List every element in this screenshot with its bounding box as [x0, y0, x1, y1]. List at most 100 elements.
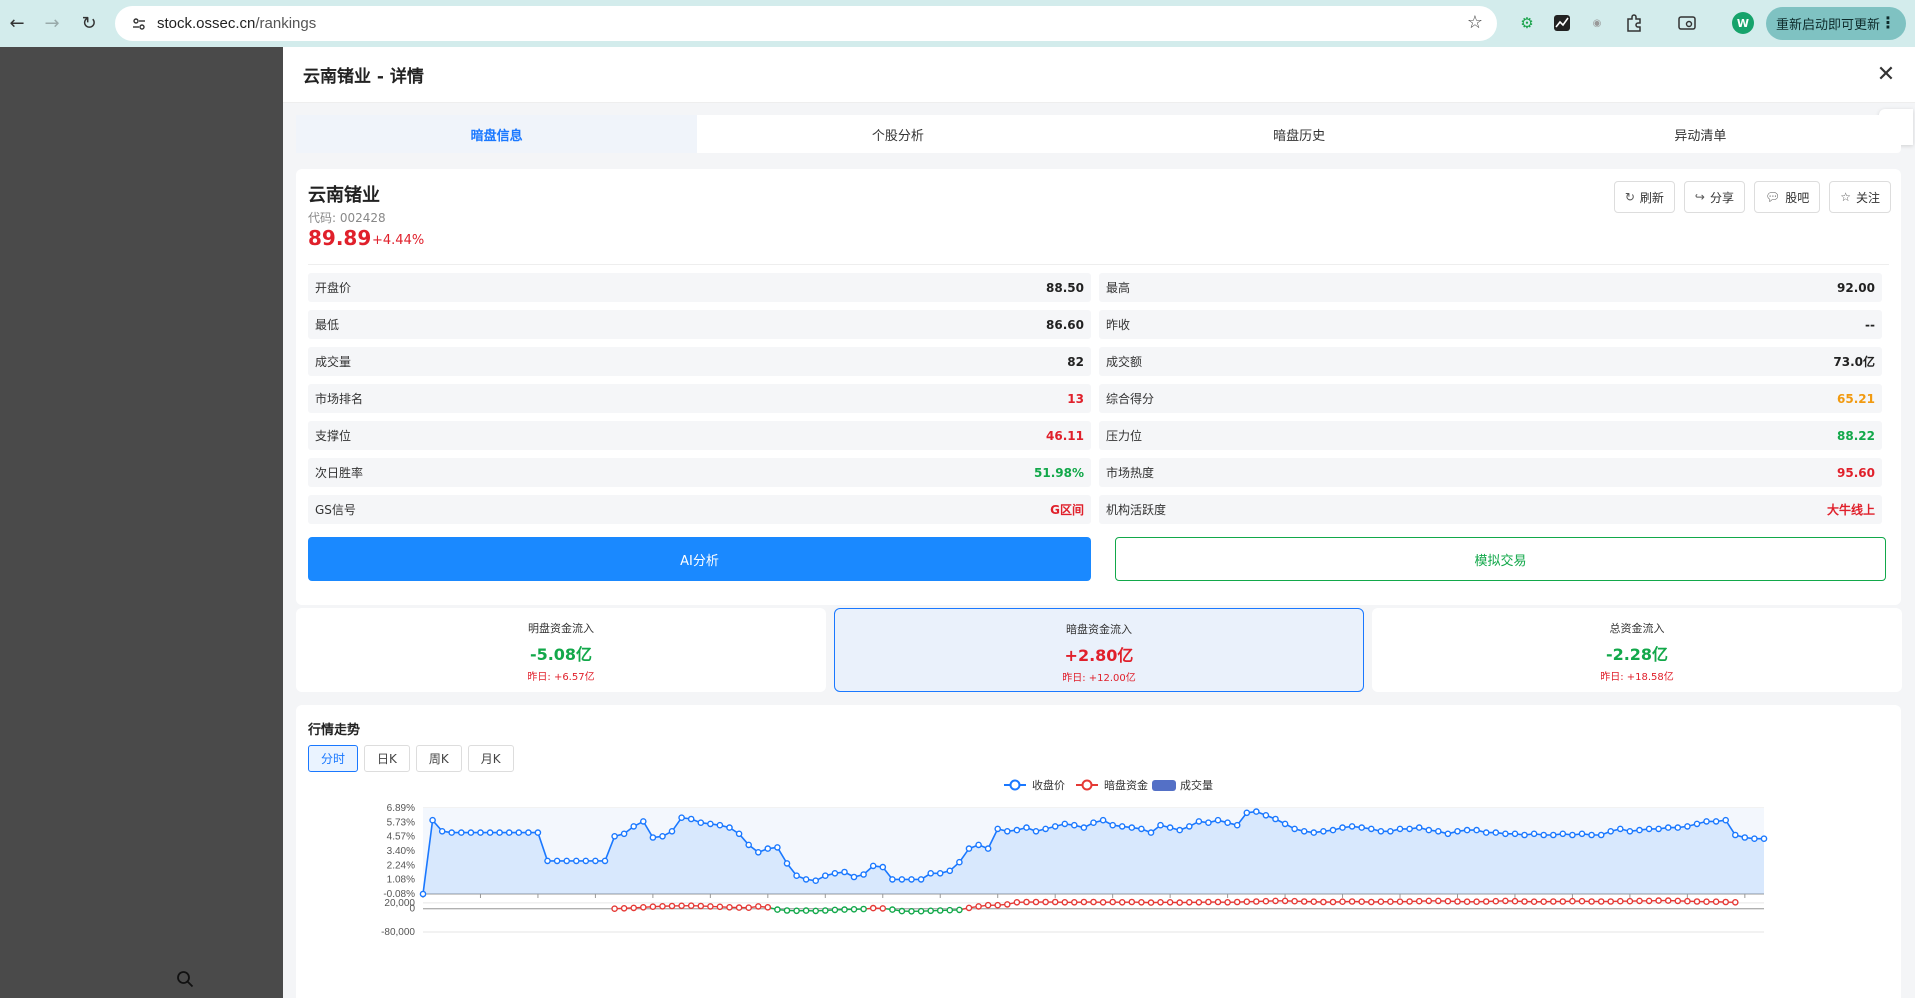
forward-icon[interactable]: →: [35, 6, 69, 40]
price-point: [1435, 828, 1442, 835]
refresh-button[interactable]: ↻ 刷新: [1613, 181, 1675, 213]
more-menu-icon[interactable]: ⋮: [1880, 13, 1896, 32]
fund-point: [1645, 897, 1653, 905]
fund-point: [649, 903, 657, 910]
price-point: [812, 877, 820, 884]
fund-point: [774, 906, 781, 913]
tab-anomaly-list[interactable]: 异动清单: [1500, 115, 1901, 153]
profile-avatar[interactable]: W: [1732, 12, 1754, 34]
price-point: [1415, 824, 1423, 831]
metric-label: 机构活跃度: [1106, 503, 1167, 517]
flow-value: -2.28亿: [1605, 645, 1669, 664]
fund-point: [1636, 897, 1643, 905]
metrics-grid: 开盘价 88.50 最高 92.00 最低 86.60 昨收 -- 成交量 82 成交额 73.0亿市…: [308, 273, 1890, 524]
metric-value: 大牛线上: [1826, 503, 1875, 517]
action-buttons: ↻ 刷新 ↪ 分享 💬︎ 股吧 ☆ 关注: [1613, 181, 1891, 213]
simulated-trade-button[interactable]: 模拟交易: [1115, 537, 1886, 581]
fund-point: [1597, 898, 1605, 905]
reload-icon[interactable]: ↻: [72, 6, 106, 40]
search-icon[interactable]: [176, 970, 194, 992]
fund-point: [994, 901, 1002, 909]
fund-point: [716, 903, 724, 911]
price-point: [1617, 825, 1624, 833]
fund-point: [1674, 897, 1682, 905]
price-point: [1329, 826, 1337, 834]
fund-point: [1473, 898, 1480, 905]
price-point: [1186, 823, 1193, 830]
extension-gear-icon[interactable]: ⚙: [1514, 10, 1540, 36]
metric-label: 最低: [315, 318, 340, 332]
price-point: [1243, 809, 1251, 817]
fund-point: [1425, 897, 1433, 905]
price-point: [965, 845, 973, 852]
fund-point: [1406, 898, 1413, 905]
fund-point: [1233, 898, 1241, 906]
price-point: [735, 830, 743, 838]
fund-point: [1138, 898, 1145, 906]
flow-prev: 昨日: +18.58亿: [1600, 672, 1674, 683]
price-point: [1233, 821, 1241, 829]
extension-chart-icon[interactable]: [1549, 10, 1575, 36]
price-point: [1482, 829, 1490, 836]
fund-point: [1099, 898, 1107, 906]
metric-value: --: [1865, 317, 1875, 332]
star-icon: ☆: [1840, 190, 1851, 204]
metric-label: 市场热度: [1106, 466, 1155, 480]
price-point: [1636, 826, 1643, 834]
price-point: [1051, 823, 1059, 830]
price-point: [1588, 831, 1595, 839]
fund-point: [1703, 898, 1710, 905]
update-button[interactable]: 重新启动即可更新 ⋮: [1766, 7, 1906, 40]
metric-label: 市场排名: [315, 392, 364, 406]
price-point: [908, 876, 915, 883]
background-overlay: [0, 47, 283, 998]
tab-dark-pool-info[interactable]: 暗盘信息: [296, 115, 698, 153]
fund-point: [1023, 898, 1030, 906]
price-point: [525, 829, 532, 836]
close-icon[interactable]: ✕: [1873, 61, 1899, 87]
site-info-icon[interactable]: [125, 10, 153, 38]
share-button[interactable]: ↪ 分享: [1683, 181, 1745, 213]
metric-row: 开盘价 88.50: [308, 273, 1091, 302]
fund-point: [1569, 897, 1576, 905]
metric-label: 最高: [1106, 281, 1131, 295]
ai-analysis-button[interactable]: AI分析: [308, 537, 1091, 581]
price-point: [1320, 828, 1327, 835]
address-bar[interactable]: stock.ossec.cn/rankings ☆: [115, 6, 1497, 41]
price-point: [563, 857, 571, 865]
flow-value: -5.08亿: [529, 645, 593, 664]
fund-point: [1521, 898, 1528, 905]
forum-button[interactable]: 💬︎ 股吧: [1753, 181, 1821, 213]
metric-label: 成交量: [315, 355, 352, 369]
tab-dark-pool-history[interactable]: 暗盘历史: [1099, 115, 1500, 153]
url-host: stock.ossec.cn: [157, 15, 256, 32]
fund-point: [1607, 898, 1614, 905]
extension-logo-icon[interactable]: ◉: [1584, 10, 1610, 36]
fund-point: [726, 903, 733, 911]
fund-point: [1118, 898, 1126, 906]
fund-point: [1080, 898, 1088, 906]
fund-point: [1502, 897, 1509, 905]
flow-label: 总资金流入: [1609, 622, 1665, 635]
price-point: [1703, 818, 1710, 825]
share-icon: ↪: [1694, 190, 1705, 204]
flow-card-dark-pool[interactable]: 暗盘资金流入 +2.80亿 昨日: +12.00亿: [834, 608, 1364, 692]
tab-search-icon[interactable]: [1674, 10, 1700, 36]
price-point: [1061, 820, 1069, 828]
price-point: [1664, 824, 1672, 831]
fund-point: [917, 907, 925, 915]
price-point: [582, 857, 590, 865]
price-chart[interactable]: 收盘价 暗盘资金 成交量 6.89% 5.73% 4.57% 3.40% 2.24% 1.08%…: [296, 705, 1901, 998]
price-point: [1224, 819, 1231, 826]
fund-point: [1368, 898, 1375, 906]
follow-button[interactable]: ☆ 关注: [1829, 181, 1891, 213]
back-icon[interactable]: ←: [0, 6, 34, 40]
price-point: [429, 816, 436, 824]
extensions-puzzle-icon[interactable]: [1621, 10, 1647, 36]
bookmark-star-icon[interactable]: ☆: [1467, 12, 1483, 33]
price-point: [1042, 825, 1049, 833]
metric-value: 73.0亿: [1833, 355, 1875, 369]
tab-stock-analysis[interactable]: 个股分析: [697, 115, 1098, 153]
fund-point: [1559, 898, 1567, 905]
fund-point: [754, 903, 762, 910]
